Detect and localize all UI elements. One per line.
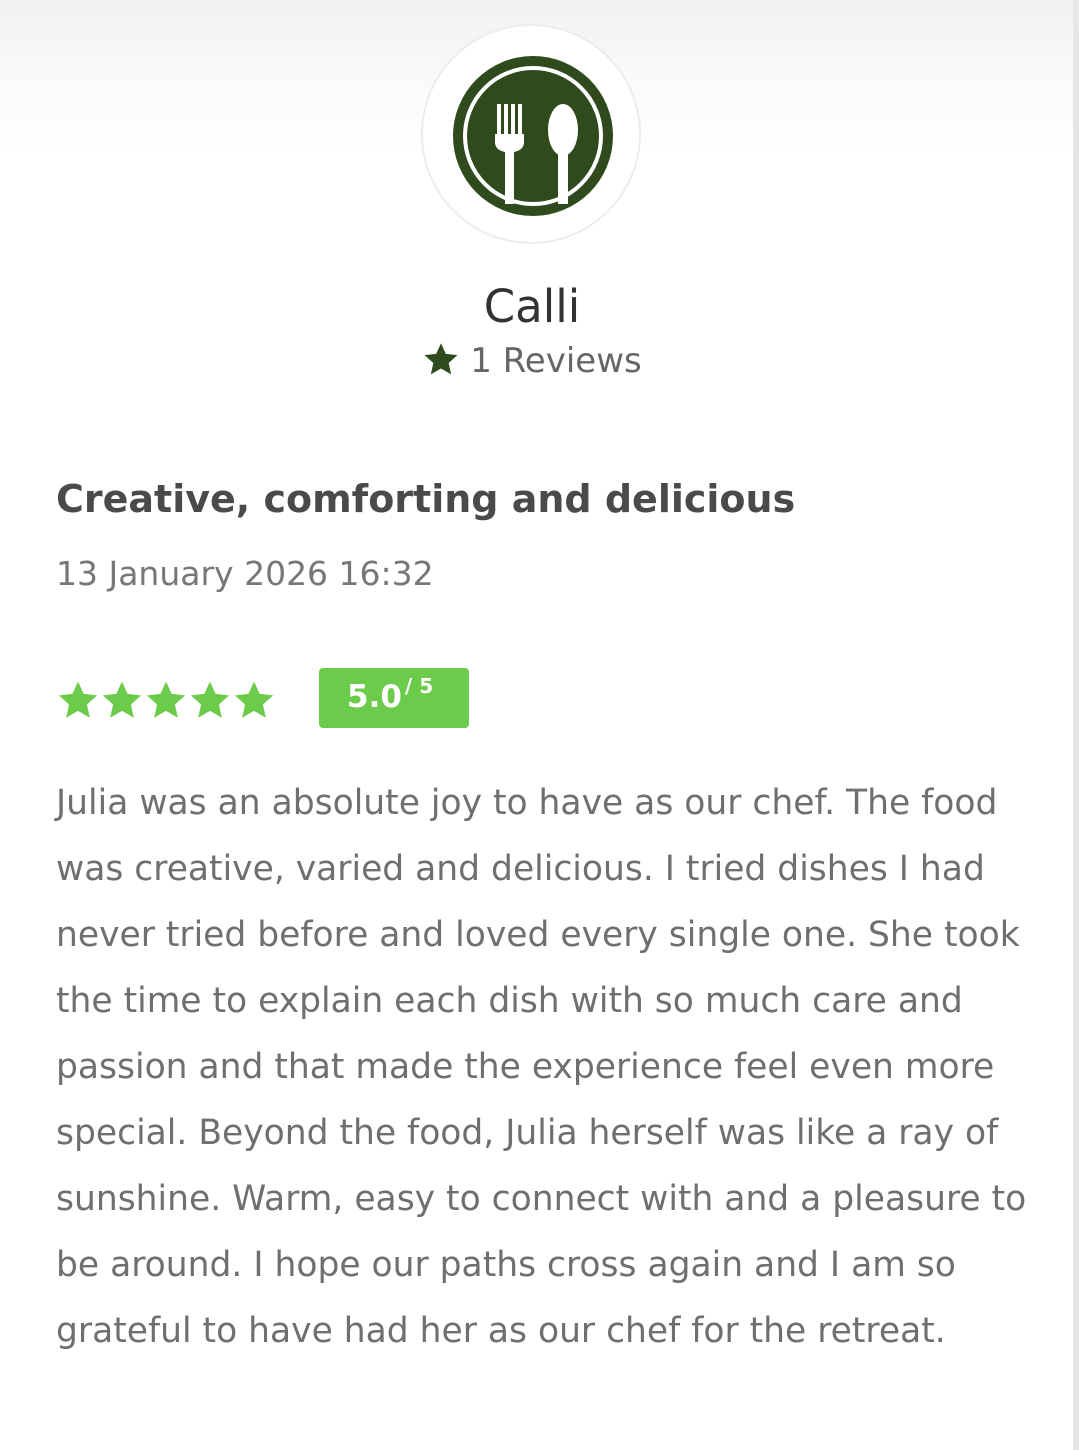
score-value: 5.0 xyxy=(347,679,402,715)
star-icon xyxy=(146,681,186,718)
review-body: Julia was an absolute joy to have as our… xyxy=(56,783,1027,1351)
star-icon xyxy=(58,681,98,718)
review-title: Creative, comforting and delicious xyxy=(56,477,796,521)
star-icon xyxy=(234,681,274,718)
star-icon xyxy=(424,343,458,375)
score-badge: 5.0/ 5 xyxy=(319,668,469,728)
star-rating xyxy=(56,680,276,724)
fork-and-spoon-icon xyxy=(453,56,613,216)
star-icon xyxy=(190,681,230,718)
avatar xyxy=(421,24,641,244)
score-max: / 5 xyxy=(404,674,434,698)
review-count-label: 1 Reviews xyxy=(470,341,642,381)
scrollbar-track xyxy=(1073,0,1079,1450)
reviewer-name: Calli xyxy=(483,280,581,333)
review-date: 13 January 2026 16:32 xyxy=(56,554,434,593)
review-count: 1 Reviews xyxy=(0,340,1064,382)
star-icon xyxy=(102,681,142,718)
